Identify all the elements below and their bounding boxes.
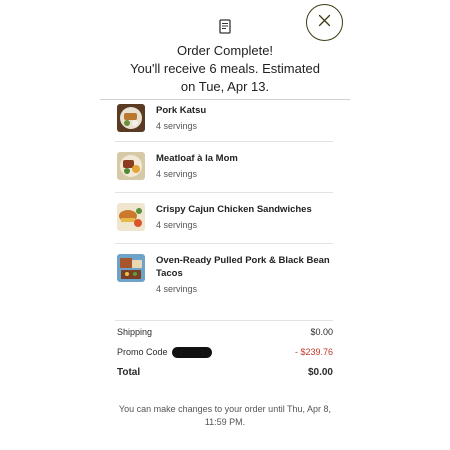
order-subtitle-line1: You'll receive 6 meals. Estimated [130, 61, 320, 76]
close-button[interactable] [306, 4, 343, 41]
meal-item: Crispy Cajun Chicken Sandwiches 4 servin… [115, 193, 333, 244]
redacted-promo-code [171, 346, 212, 358]
meal-name: Crispy Cajun Chicken Sandwiches [156, 204, 312, 215]
meal-list: Pork Katsu 4 servings Meatloaf à la Mom … [115, 100, 333, 318]
meal-servings: 4 servings [156, 169, 198, 179]
total-value: $0.00 [307, 366, 333, 378]
shipping-row: Shipping $0.00 [117, 325, 333, 339]
shipping-value: $0.00 [310, 327, 333, 337]
order-subtitle-line2: on Tue, Apr 13. [180, 79, 270, 94]
order-title: Order Complete! [176, 43, 274, 58]
footer-line2: 11:59 PM. [204, 417, 246, 427]
footer-line1: You can make changes to your order until… [118, 404, 332, 414]
meal-servings: 4 servings [156, 121, 198, 131]
change-deadline-note: You can make changes to your order until… [112, 403, 338, 429]
total-label: Total [117, 366, 141, 378]
meal-name: Pork Katsu [156, 105, 207, 116]
meal-name: Meatloaf à la Mom [156, 153, 238, 164]
shipping-label: Shipping [117, 327, 153, 337]
meal-thumbnail [117, 203, 145, 231]
promo-row: Promo Code - $239.76 [117, 345, 333, 359]
meal-item: Oven-Ready Pulled Pork & Black Bean Taco… [115, 244, 333, 318]
close-icon [318, 14, 331, 32]
meal-thumbnail [117, 254, 145, 282]
summary-divider [115, 320, 333, 321]
total-row: Total $0.00 [117, 365, 333, 379]
receipt-icon [219, 19, 231, 34]
meal-servings: 4 servings [156, 220, 198, 230]
meal-item: Meatloaf à la Mom 4 servings [115, 142, 333, 193]
meal-item: Pork Katsu 4 servings [115, 100, 333, 142]
meal-servings: 4 servings [156, 284, 198, 294]
order-header: Order Complete! You'll receive 6 meals. … [100, 42, 350, 96]
meal-thumbnail [117, 104, 145, 132]
promo-discount-value: - $239.76 [294, 347, 333, 357]
meal-name: Oven-Ready Pulled Pork & Black Bean Taco… [156, 255, 330, 279]
meal-thumbnail [117, 152, 145, 180]
promo-label: Promo Code [117, 347, 168, 357]
